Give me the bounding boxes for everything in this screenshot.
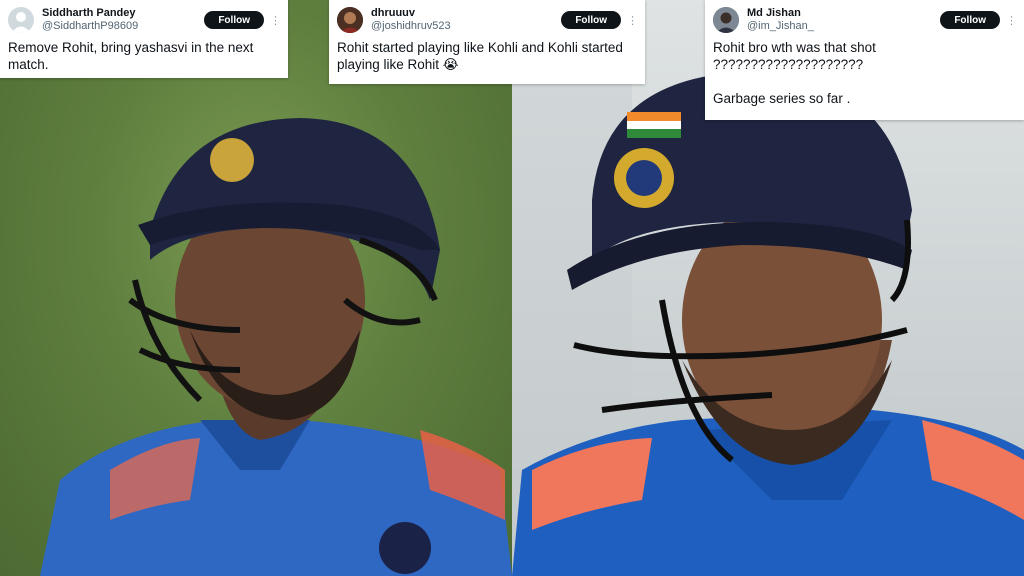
user-avatar-icon[interactable] bbox=[337, 7, 363, 33]
tweet-text: Rohit bro wth was that shot ????????????… bbox=[713, 40, 876, 106]
follow-button[interactable]: Follow bbox=[561, 11, 621, 29]
user-avatar-icon[interactable] bbox=[713, 7, 739, 33]
tweet-author-name[interactable]: Md Jishan bbox=[747, 7, 940, 20]
more-options-icon[interactable]: ⋮ bbox=[1006, 14, 1017, 27]
more-options-icon[interactable]: ⋮ bbox=[627, 14, 638, 27]
follow-button[interactable]: Follow bbox=[940, 11, 1000, 29]
left-player-illustration bbox=[40, 118, 512, 576]
tweet-card: dhruuuv @joshidhruv523 Follow ⋮ Rohit st… bbox=[329, 0, 645, 84]
tweet-author-handle[interactable]: @SiddharthP98609 bbox=[42, 20, 204, 33]
tweet-text: Rohit started playing like Kohli and Koh… bbox=[337, 40, 623, 72]
left-player-photo bbox=[0, 0, 512, 576]
tweet-header: dhruuuv @joshidhruv523 Follow ⋮ bbox=[337, 6, 638, 34]
default-avatar-icon[interactable] bbox=[8, 7, 34, 33]
tweet-author-name[interactable]: dhruuuv bbox=[371, 7, 561, 20]
tweet-author-handle[interactable]: @joshidhruv523 bbox=[371, 20, 561, 33]
tweet-author-handle[interactable]: @im_Jishan_ bbox=[747, 20, 940, 33]
tweet-card: Md Jishan @im_Jishan_ Follow ⋮ Rohit bro… bbox=[705, 0, 1024, 120]
more-options-icon[interactable]: ⋮ bbox=[270, 14, 281, 27]
tweet-author-name[interactable]: Siddharth Pandey bbox=[42, 7, 204, 20]
tweet-card: Siddharth Pandey @SiddharthP98609 Follow… bbox=[0, 0, 288, 78]
tweet-text: Remove Rohit, bring yashasvi in the next… bbox=[8, 40, 254, 72]
tweet-header: Md Jishan @im_Jishan_ Follow ⋮ bbox=[713, 6, 1017, 34]
follow-button[interactable]: Follow bbox=[204, 11, 264, 29]
tweet-header: Siddharth Pandey @SiddharthP98609 Follow… bbox=[8, 6, 281, 34]
